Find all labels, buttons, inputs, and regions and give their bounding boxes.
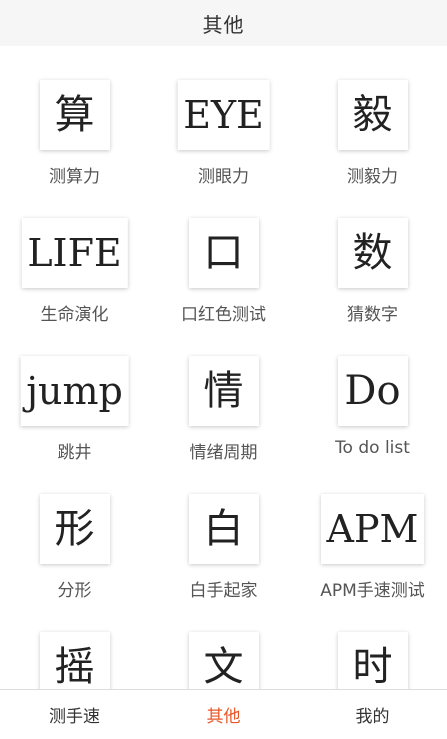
- feature-tile[interactable]: 时: [337, 632, 408, 689]
- tile-glyph: 情: [203, 368, 244, 414]
- tile-glyph: 白: [203, 506, 244, 552]
- tile-glyph: 算: [54, 92, 95, 138]
- tile-glyph: jump: [26, 369, 123, 413]
- tile-glyph: APM: [326, 507, 419, 551]
- grid-item[interactable]: 数 猜数字: [298, 184, 447, 325]
- feature-tile[interactable]: 文: [188, 632, 259, 689]
- feature-tile[interactable]: 情: [188, 356, 259, 426]
- feature-tile[interactable]: 白: [188, 494, 259, 564]
- tab-hand-speed[interactable]: 测手速: [0, 690, 149, 739]
- feature-tile[interactable]: 毅: [337, 80, 408, 150]
- tile-glyph: 口: [203, 230, 244, 276]
- feature-grid[interactable]: 算 测算力 EYE 测眼力 毅 测毅力 LIFE 生命演化 口 口红色测试 数 …: [0, 46, 447, 689]
- feature-tile[interactable]: 形: [39, 494, 110, 564]
- grid-item[interactable]: 文: [149, 598, 298, 689]
- tile-glyph: 数: [352, 230, 393, 276]
- tile-glyph: EYE: [183, 93, 264, 137]
- page-title: 其他: [202, 12, 245, 37]
- title-bar: 其他: [0, 0, 447, 46]
- grid-item[interactable]: jump 跳井: [0, 322, 149, 463]
- grid-item[interactable]: 算 测算力: [0, 46, 149, 187]
- feature-tile[interactable]: 口: [188, 218, 259, 288]
- feature-tile[interactable]: jump: [20, 356, 129, 426]
- grid-item[interactable]: 情 情绪周期: [149, 322, 298, 463]
- grid-item-label: To do list: [335, 438, 410, 458]
- grid-item[interactable]: EYE 测眼力: [149, 46, 298, 187]
- grid-item[interactable]: 形 分形: [0, 460, 149, 601]
- feature-tile[interactable]: 摇: [39, 632, 110, 689]
- feature-tile[interactable]: LIFE: [21, 218, 128, 288]
- grid-item[interactable]: 时: [298, 598, 447, 689]
- grid-item[interactable]: APM APM手速测试: [298, 460, 447, 601]
- grid-item[interactable]: Do To do list: [298, 322, 447, 460]
- bottom-tab-bar: 测手速 其他 我的: [0, 689, 447, 739]
- app-root: 其他 算 测算力 EYE 测眼力 毅 测毅力 LIFE 生命演化 口 口红色测试…: [0, 0, 447, 739]
- tile-glyph: Do: [344, 368, 401, 414]
- tile-glyph: 文: [203, 644, 244, 689]
- tab-mine[interactable]: 我的: [298, 690, 447, 739]
- grid-item[interactable]: 白 白手起家: [149, 460, 298, 601]
- feature-tile[interactable]: Do: [337, 356, 408, 426]
- feature-tile[interactable]: 算: [39, 80, 110, 150]
- grid-item[interactable]: 毅 测毅力: [298, 46, 447, 187]
- feature-tile[interactable]: EYE: [177, 80, 270, 150]
- feature-tile[interactable]: 数: [337, 218, 408, 288]
- grid-item[interactable]: 口 口红色测试: [149, 184, 298, 325]
- feature-tile[interactable]: APM: [320, 494, 425, 564]
- grid-item[interactable]: LIFE 生命演化: [0, 184, 149, 325]
- tile-glyph: 摇: [54, 644, 95, 689]
- tile-glyph: 毅: [352, 92, 393, 138]
- tile-glyph: LIFE: [27, 231, 122, 275]
- tile-glyph: 时: [352, 644, 393, 689]
- tab-other[interactable]: 其他: [149, 690, 298, 739]
- grid-item[interactable]: 摇: [0, 598, 149, 689]
- tile-glyph: 形: [54, 506, 95, 552]
